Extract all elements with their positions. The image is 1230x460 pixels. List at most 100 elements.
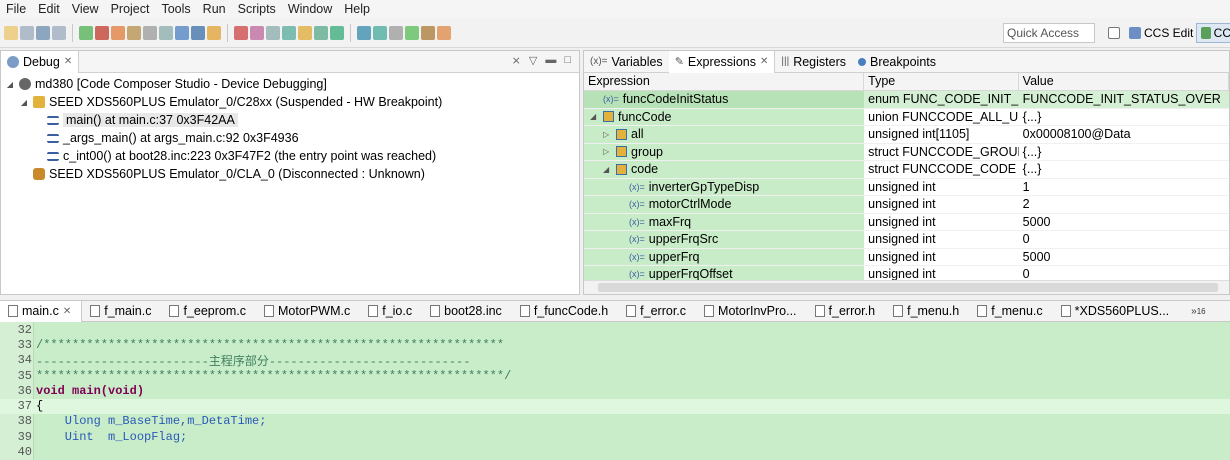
expression-row[interactable]: ▷ all unsigned int[1105] 0x00008100@Data bbox=[584, 126, 1229, 144]
print-icon[interactable] bbox=[52, 26, 66, 40]
tab-variables[interactable]: (x)= Variables bbox=[584, 51, 669, 73]
expression-value[interactable]: 5000 bbox=[1019, 249, 1229, 266]
menu-edit[interactable]: Edit bbox=[32, 2, 66, 16]
editor-tab[interactable]: MotorPWM.c bbox=[256, 301, 360, 322]
editor-tab[interactable]: f_menu.c bbox=[969, 301, 1052, 322]
editor-tab[interactable]: f_main.c bbox=[82, 301, 161, 322]
terminate-icon[interactable] bbox=[95, 26, 109, 40]
expanded-toggle-icon[interactable]: ◢ bbox=[5, 80, 15, 89]
tab-registers[interactable]: ||| Registers bbox=[775, 51, 852, 73]
expanded-toggle-icon[interactable]: ◢ bbox=[590, 112, 599, 121]
maximize-icon[interactable]: □ bbox=[564, 54, 571, 67]
expression-row[interactable]: (x)= upperFrqSrc unsigned int 0 bbox=[584, 231, 1229, 249]
debug-tree-item[interactable]: c_int00() at boot28.inc:223 0x3F47F2 (th… bbox=[1, 147, 579, 165]
build-icon[interactable] bbox=[282, 26, 296, 40]
menu-window[interactable]: Window bbox=[282, 2, 338, 16]
editor-tab[interactable]: *XDS560PLUS... bbox=[1053, 301, 1180, 322]
watch-icon[interactable] bbox=[266, 26, 280, 40]
expression-value[interactable]: 1 bbox=[1019, 179, 1229, 196]
perspective-ccs-debug[interactable]: CC bbox=[1196, 23, 1230, 43]
remove-terminated-icon[interactable]: ⨯ bbox=[512, 54, 521, 67]
expression-row[interactable]: ◢ code struct FUNCCODE_CODE {...} bbox=[584, 161, 1229, 179]
pin-icon[interactable] bbox=[421, 26, 435, 40]
editor-tab[interactable]: f_eeprom.c bbox=[161, 301, 256, 322]
debug-tree-item[interactable]: main() at main.c:37 0x3F42AA bbox=[1, 111, 579, 129]
expression-value[interactable]: 0 bbox=[1019, 231, 1229, 248]
editor-tab[interactable]: main.c ✕ bbox=[0, 300, 83, 322]
scrollbar-thumb[interactable] bbox=[598, 283, 1218, 292]
column-value[interactable]: Value bbox=[1019, 73, 1229, 90]
editor-tab[interactable]: f_error.c bbox=[618, 301, 696, 322]
expression-value[interactable]: 2 bbox=[1019, 196, 1229, 213]
close-icon[interactable]: ✕ bbox=[760, 56, 768, 67]
external-tools-icon[interactable] bbox=[330, 26, 344, 40]
expression-value[interactable]: 0x00008100@Data bbox=[1019, 126, 1229, 143]
breakpoint-icon[interactable] bbox=[234, 26, 248, 40]
column-type[interactable]: Type bbox=[864, 73, 1019, 90]
step-into-icon[interactable] bbox=[111, 26, 125, 40]
quick-access-input[interactable]: Quick Access bbox=[1003, 23, 1095, 43]
editor-tab[interactable]: f_funcCode.h bbox=[512, 301, 618, 322]
next-annotation-icon[interactable] bbox=[357, 26, 371, 40]
load-program-icon[interactable] bbox=[207, 26, 221, 40]
connect-icon[interactable] bbox=[191, 26, 205, 40]
run-icon[interactable] bbox=[314, 26, 328, 40]
marker-icon[interactable] bbox=[437, 26, 451, 40]
resume-icon[interactable] bbox=[79, 26, 93, 40]
memory-icon[interactable] bbox=[250, 26, 264, 40]
expression-value[interactable]: {...} bbox=[1019, 144, 1229, 161]
expression-value[interactable]: {...} bbox=[1019, 161, 1229, 178]
open-perspective-button[interactable] bbox=[1103, 23, 1125, 43]
close-icon[interactable]: ✕ bbox=[64, 56, 72, 67]
view-menu-icon[interactable]: ▽ bbox=[529, 54, 537, 67]
save-icon[interactable] bbox=[20, 26, 34, 40]
horizontal-scrollbar[interactable] bbox=[584, 280, 1229, 294]
debug-tree-item[interactable]: ◢ md380 [Code Composer Studio - Device De… bbox=[1, 75, 579, 93]
expression-value[interactable]: 5000 bbox=[1019, 214, 1229, 231]
expanded-toggle-icon[interactable]: ◢ bbox=[19, 98, 29, 107]
expression-row[interactable]: (x)= maxFrq unsigned int 5000 bbox=[584, 213, 1229, 231]
previous-annotation-icon[interactable] bbox=[373, 26, 387, 40]
perspective-ccs-edit[interactable]: CCS Edit bbox=[1124, 23, 1198, 43]
expression-row[interactable]: (x)= funcCodeInitStatus enum FUNC_CODE_INI… bbox=[584, 91, 1229, 109]
settings-icon[interactable] bbox=[405, 26, 419, 40]
menu-tools[interactable]: Tools bbox=[155, 2, 196, 16]
debug-tree-item[interactable]: ◢ SEED XDS560PLUS Emulator_0/C28xx (Suspe… bbox=[1, 93, 579, 111]
editor-tab[interactable]: f_io.c bbox=[360, 301, 422, 322]
debug-icon[interactable] bbox=[298, 26, 312, 40]
expression-row[interactable]: ▷ group struct FUNCCODE_GROUP {...} bbox=[584, 143, 1229, 161]
expression-value[interactable]: {...} bbox=[1019, 109, 1229, 126]
menu-scripts[interactable]: Scripts bbox=[232, 2, 282, 16]
minimize-icon[interactable]: ▬ bbox=[545, 54, 556, 67]
step-over-icon[interactable] bbox=[127, 26, 141, 40]
new-file-icon[interactable] bbox=[4, 26, 18, 40]
editor-tab[interactable]: MotorInvPro... bbox=[696, 301, 807, 322]
expression-row[interactable]: ◢ funcCode union FUNCCODE_ALL_U... {...} bbox=[584, 108, 1229, 126]
search-icon[interactable] bbox=[389, 26, 403, 40]
tab-expressions[interactable]: ✎ Expressions ✕ bbox=[668, 50, 776, 73]
tab-overflow-button[interactable]: »16 bbox=[1191, 306, 1205, 317]
menu-run[interactable]: Run bbox=[197, 2, 232, 16]
expression-row[interactable]: (x)= inverterGpTypeDisp unsigned int 1 bbox=[584, 178, 1229, 196]
restart-icon[interactable] bbox=[175, 26, 189, 40]
expanded-toggle-icon[interactable]: ◢ bbox=[603, 165, 612, 174]
debug-tree-item[interactable]: SEED XDS560PLUS Emulator_0/CLA_0 (Discon… bbox=[1, 165, 579, 183]
collapsed-toggle-icon[interactable]: ▷ bbox=[603, 147, 612, 156]
tab-debug[interactable]: Debug ✕ bbox=[1, 50, 80, 73]
step-return-icon[interactable] bbox=[143, 26, 157, 40]
menu-project[interactable]: Project bbox=[105, 2, 156, 16]
close-icon[interactable]: ✕ bbox=[63, 306, 71, 317]
menu-view[interactable]: View bbox=[66, 2, 105, 16]
debug-tree-item[interactable]: _args_main() at args_main.c:92 0x3F4936 bbox=[1, 129, 579, 147]
collapsed-toggle-icon[interactable]: ▷ bbox=[603, 130, 612, 139]
reset-icon[interactable] bbox=[159, 26, 173, 40]
expression-row[interactable]: (x)= upperFrq unsigned int 5000 bbox=[584, 248, 1229, 266]
tab-breakpoints[interactable]: Breakpoints bbox=[852, 51, 942, 73]
editor-tab[interactable]: boot28.inc bbox=[422, 301, 512, 322]
expression-row[interactable]: (x)= motorCtrlMode unsigned int 2 bbox=[584, 196, 1229, 214]
save-all-icon[interactable] bbox=[36, 26, 50, 40]
column-expression[interactable]: Expression bbox=[584, 73, 865, 90]
menu-file[interactable]: File bbox=[0, 2, 32, 16]
expression-value[interactable]: FUNCCODE_INIT_STATUS_OVER bbox=[1019, 91, 1229, 108]
code-editor[interactable]: ⇨ 3233/*********************************… bbox=[0, 322, 1230, 460]
